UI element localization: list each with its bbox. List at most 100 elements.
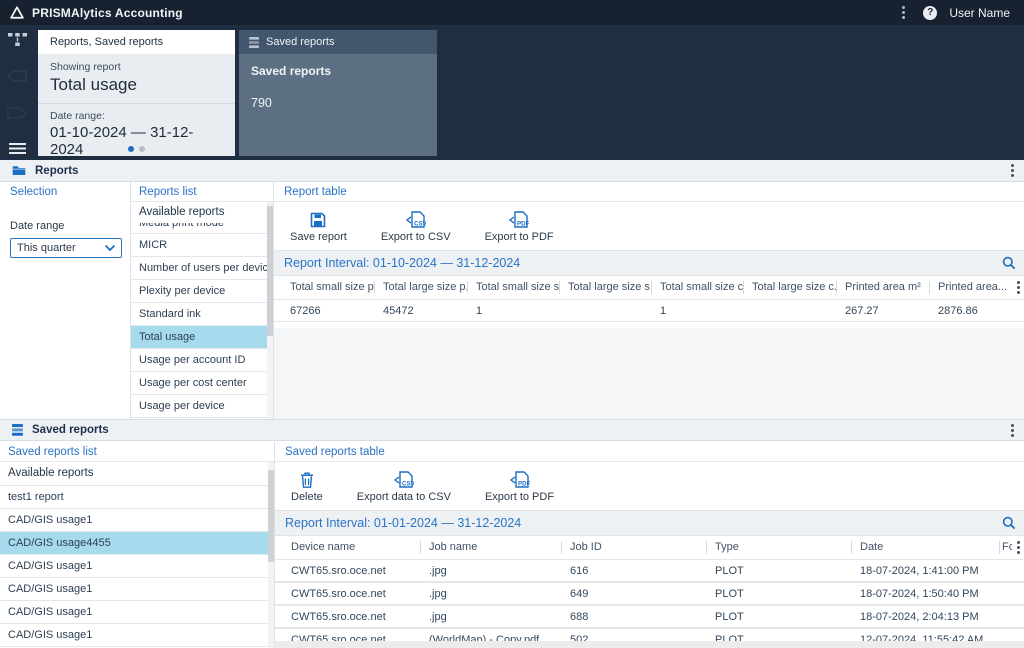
search-icon[interactable] (1002, 256, 1016, 270)
export-csv-icon: CSV (393, 470, 414, 488)
list-item[interactable]: Plexity per device (131, 280, 273, 303)
cell-job-id: 649 (570, 588, 589, 600)
saved-table-rows: CWT65.sro.oce.net .jpg 616 PLOT 18-07-20… (275, 559, 1024, 642)
reports-overview-card[interactable]: Reports, Saved reports Showing report To… (38, 30, 235, 158)
list-item[interactable]: Usage per account ID (131, 349, 273, 372)
column-header[interactable]: Total large size c... (744, 276, 837, 299)
available-reports-header: Available reports (139, 206, 225, 218)
export-data-csv-button[interactable]: CSV Export data to CSV (347, 468, 461, 505)
reports-list-scrollbar[interactable] (267, 202, 273, 420)
carousel-dot-2[interactable] (139, 146, 145, 152)
saved-section-menu-icon[interactable] (1006, 419, 1018, 441)
column-header[interactable]: Total large size s... (560, 276, 652, 299)
list-item[interactable]: Usage per cost center (131, 372, 273, 395)
list-item[interactable]: CAD/GIS usage1 (0, 555, 274, 578)
column-header[interactable]: Total large size p... (375, 276, 468, 299)
cell-type: PLOT (715, 565, 744, 577)
list-item-selected[interactable]: Total usage (131, 326, 273, 349)
topbar-menu-icon[interactable] (897, 0, 909, 25)
trash-icon (300, 470, 314, 488)
saved-report-interval-text: Report Interval: 01-01-2024 — 31-12-2024 (285, 516, 522, 530)
export-pdf-button[interactable]: PDF Export to PDF (475, 208, 564, 245)
current-report-name: Total usage (50, 75, 137, 94)
save-report-button[interactable]: Save report (280, 208, 357, 245)
report-table-panel: Report table Save report CSV Export to C… (274, 182, 1024, 420)
column-header[interactable]: Job ID (562, 536, 707, 559)
report-table-header-row: Total small size p... Total large size p… (274, 276, 1024, 299)
column-header[interactable]: Printed area m² (837, 276, 930, 299)
date-range-value: 01-10-2024 — 31-12-2024 (50, 124, 194, 158)
card-header-label: Saved reports (266, 36, 335, 48)
card-header: Saved reports (239, 30, 437, 54)
list-item[interactable]: CAD/GIS usage1 (0, 509, 274, 532)
svg-text:PDF: PDF (517, 221, 529, 228)
report-table-row: 67266 45472 1 1 267.27 2876.86 (274, 299, 1024, 322)
column-header[interactable]: Job name (421, 536, 562, 559)
list-item[interactable]: CAD/GIS usage1 (0, 624, 274, 647)
showing-report-label: Showing report (50, 61, 121, 73)
list-item[interactable]: CAD/GIS usage1 (0, 601, 274, 624)
column-header[interactable]: Total small size p... (282, 276, 375, 299)
list-item-selected[interactable]: CAD/GIS usage4455 (0, 532, 274, 555)
delete-button[interactable]: Delete (281, 468, 333, 505)
reports-section-menu-icon[interactable] (1006, 160, 1018, 182)
table-row[interactable]: CWT65.sro.oce.net .jpg 616 PLOT 18-07-20… (275, 559, 1024, 582)
export-pdf-icon: PDF (509, 210, 529, 228)
table-row[interactable]: CWT65.sro.oce.net .jpg 688 PLOT 18-07-20… (275, 605, 1024, 628)
card-divider (38, 103, 235, 104)
column-header[interactable]: Date (852, 536, 1000, 559)
cell-printed-area-m2: 267.27 (845, 305, 879, 317)
carousel-dots (38, 146, 235, 152)
cell-device-name: CWT65.sro.oce.net (291, 611, 386, 623)
table-columns-menu-icon[interactable] (1012, 536, 1024, 559)
stack-icon (249, 36, 259, 48)
list-item-partial[interactable]: Media print mode (131, 223, 273, 234)
column-header[interactable]: Type (707, 536, 852, 559)
help-icon[interactable]: ? (923, 5, 938, 20)
column-header[interactable]: Device name (283, 536, 421, 559)
list-item[interactable]: Number of users per device (131, 257, 273, 280)
list-item[interactable]: CAD/GIS usage1 (0, 578, 274, 601)
table-columns-menu-icon[interactable] (1012, 276, 1024, 299)
carousel-dot-1[interactable] (128, 146, 134, 152)
search-icon[interactable] (1002, 516, 1016, 530)
column-header[interactable]: Total small size c... (652, 276, 744, 299)
report-interval-bar: Report Interval: 01-10-2024 — 31-12-2024 (274, 250, 1024, 276)
saved-reports-label: Saved reports (251, 64, 332, 78)
list-item[interactable]: MICR (131, 234, 273, 257)
menu-icon[interactable] (0, 138, 34, 160)
column-header[interactable]: Printed area... (930, 276, 1012, 299)
scrollbar-thumb[interactable] (267, 206, 273, 336)
list-item[interactable]: Standard ink (131, 303, 273, 326)
save-icon (310, 210, 326, 228)
column-header[interactable]: Total small size s... (468, 276, 560, 299)
table-row-partial[interactable]: CWT65.sro.oce.net (WorldMap) - Copy.pdf … (275, 628, 1024, 642)
reports-list-panel: Reports list Available reports Media pri… (131, 182, 274, 420)
list-item[interactable]: test1 report (0, 486, 274, 509)
report-table-empty-area (274, 328, 1024, 420)
saved-list-scrollbar[interactable] (268, 462, 274, 648)
list-item[interactable]: Usage per device (131, 395, 273, 418)
saved-section-title: Saved reports (32, 424, 109, 436)
table-row[interactable]: CWT65.sro.oce.net .jpg 649 PLOT 18-07-20… (275, 582, 1024, 605)
scrollbar-thumb[interactable] (268, 470, 274, 562)
cell-job-id: 688 (570, 611, 589, 623)
saved-reports-count: 790 (251, 96, 272, 110)
date-range-select[interactable]: This quarter (10, 238, 122, 258)
sidebar (0, 25, 34, 160)
column-header[interactable]: Fo (1000, 536, 1012, 559)
report-table-title: Report table (274, 182, 1024, 202)
horizontal-scrollbar-track[interactable] (275, 641, 1024, 648)
tag-right-icon[interactable] (0, 102, 34, 124)
export-pdf-button[interactable]: PDF Export to PDF (475, 468, 564, 505)
saved-reports-card[interactable]: Saved reports Saved reports 790 (239, 30, 437, 156)
distribution-icon[interactable] (0, 29, 34, 51)
saved-report-interval-bar: Report Interval: 01-01-2024 — 31-12-2024 (275, 510, 1024, 536)
export-csv-button[interactable]: CSV Export to CSV (371, 208, 461, 245)
export-pdf-icon: PDF (509, 470, 530, 488)
user-menu[interactable]: User Name (949, 6, 1010, 20)
cell-job-name: .jpg (429, 588, 447, 600)
available-reports-header: Available reports (0, 462, 274, 486)
selection-title: Selection (10, 186, 58, 198)
tag-left-icon[interactable] (0, 65, 34, 87)
